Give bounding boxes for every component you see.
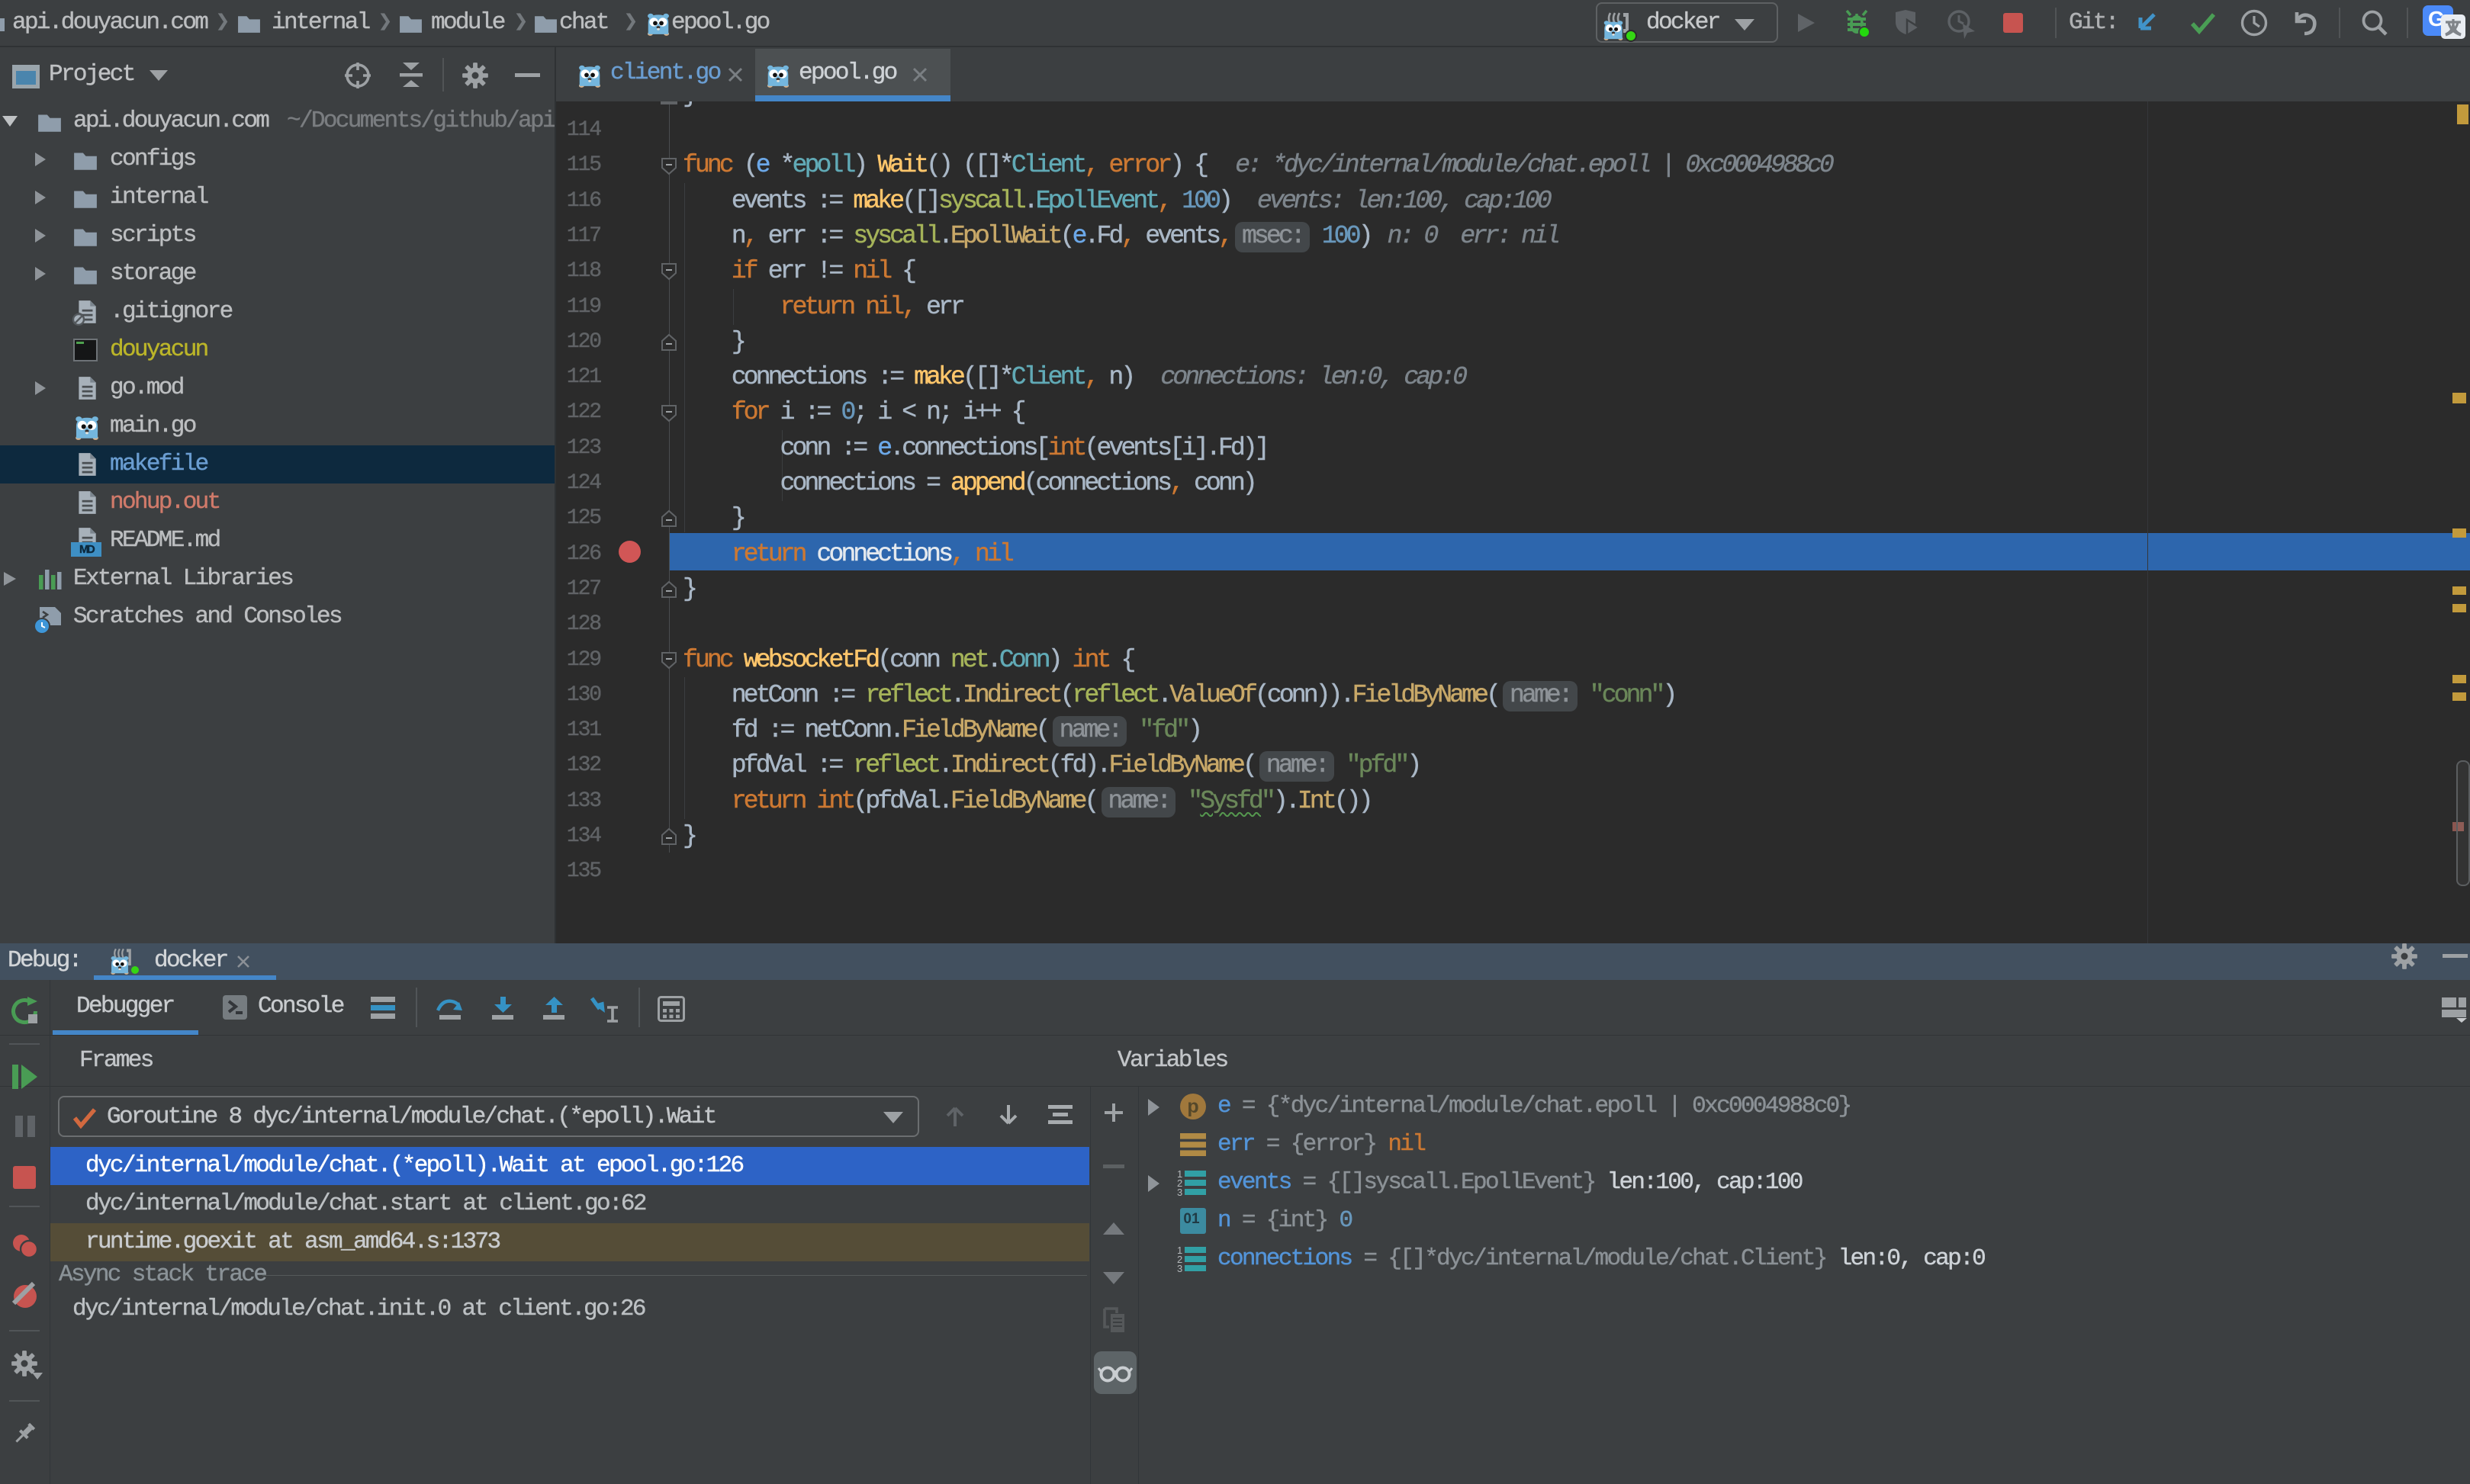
svg-text:3: 3 (1177, 1263, 1182, 1272)
svg-text:3: 3 (1177, 1187, 1182, 1196)
